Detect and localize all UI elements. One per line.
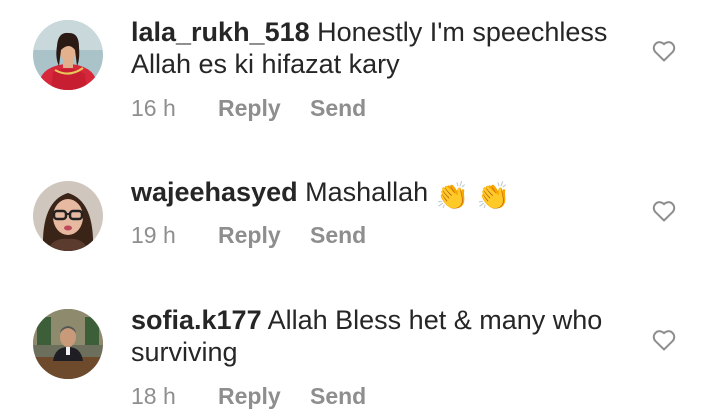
comment-item: sofia.k177 Allah Bless het & many who su…	[0, 285, 720, 418]
comment-body: Mashallah	[305, 177, 429, 207]
avatar[interactable]	[33, 181, 103, 251]
reply-button[interactable]: Reply	[218, 382, 310, 410]
comment-meta: 16 h Reply Send	[131, 94, 366, 122]
comment-text: sofia.k177 Allah Bless het & many who su…	[131, 304, 631, 368]
send-button[interactable]: Send	[310, 382, 366, 410]
comment-username[interactable]: lala_rukh_518	[131, 17, 310, 47]
comment-meta: 19 h Reply Send	[131, 221, 366, 249]
comment-item: wajeehasyed Mashallah 👏 👏 19 h Reply Send	[0, 140, 720, 285]
heart-icon[interactable]	[652, 40, 676, 62]
heart-icon[interactable]	[652, 329, 676, 351]
send-button[interactable]: Send	[310, 94, 366, 122]
comment-text: lala_rukh_518 Honestly I'm speechless Al…	[131, 16, 631, 80]
comment-time: 19 h	[131, 222, 176, 248]
comment-meta: 18 h Reply Send	[131, 382, 366, 410]
avatar[interactable]	[33, 309, 103, 379]
clapping-hands-icon: 👏	[435, 181, 470, 211]
reply-button[interactable]: Reply	[218, 94, 310, 122]
send-button[interactable]: Send	[310, 221, 366, 249]
comment-time: 16 h	[131, 95, 176, 121]
comment-username[interactable]: sofia.k177	[131, 305, 262, 335]
comment-time: 18 h	[131, 383, 176, 409]
comment-username[interactable]: wajeehasyed	[131, 177, 298, 207]
clapping-hands-icon: 👏	[476, 181, 511, 211]
comment-item: lala_rukh_518 Honestly I'm speechless Al…	[0, 0, 720, 140]
comment-text: wajeehasyed Mashallah 👏 👏	[131, 176, 631, 212]
heart-icon[interactable]	[652, 200, 676, 222]
avatar[interactable]	[33, 20, 103, 90]
reply-button[interactable]: Reply	[218, 221, 310, 249]
